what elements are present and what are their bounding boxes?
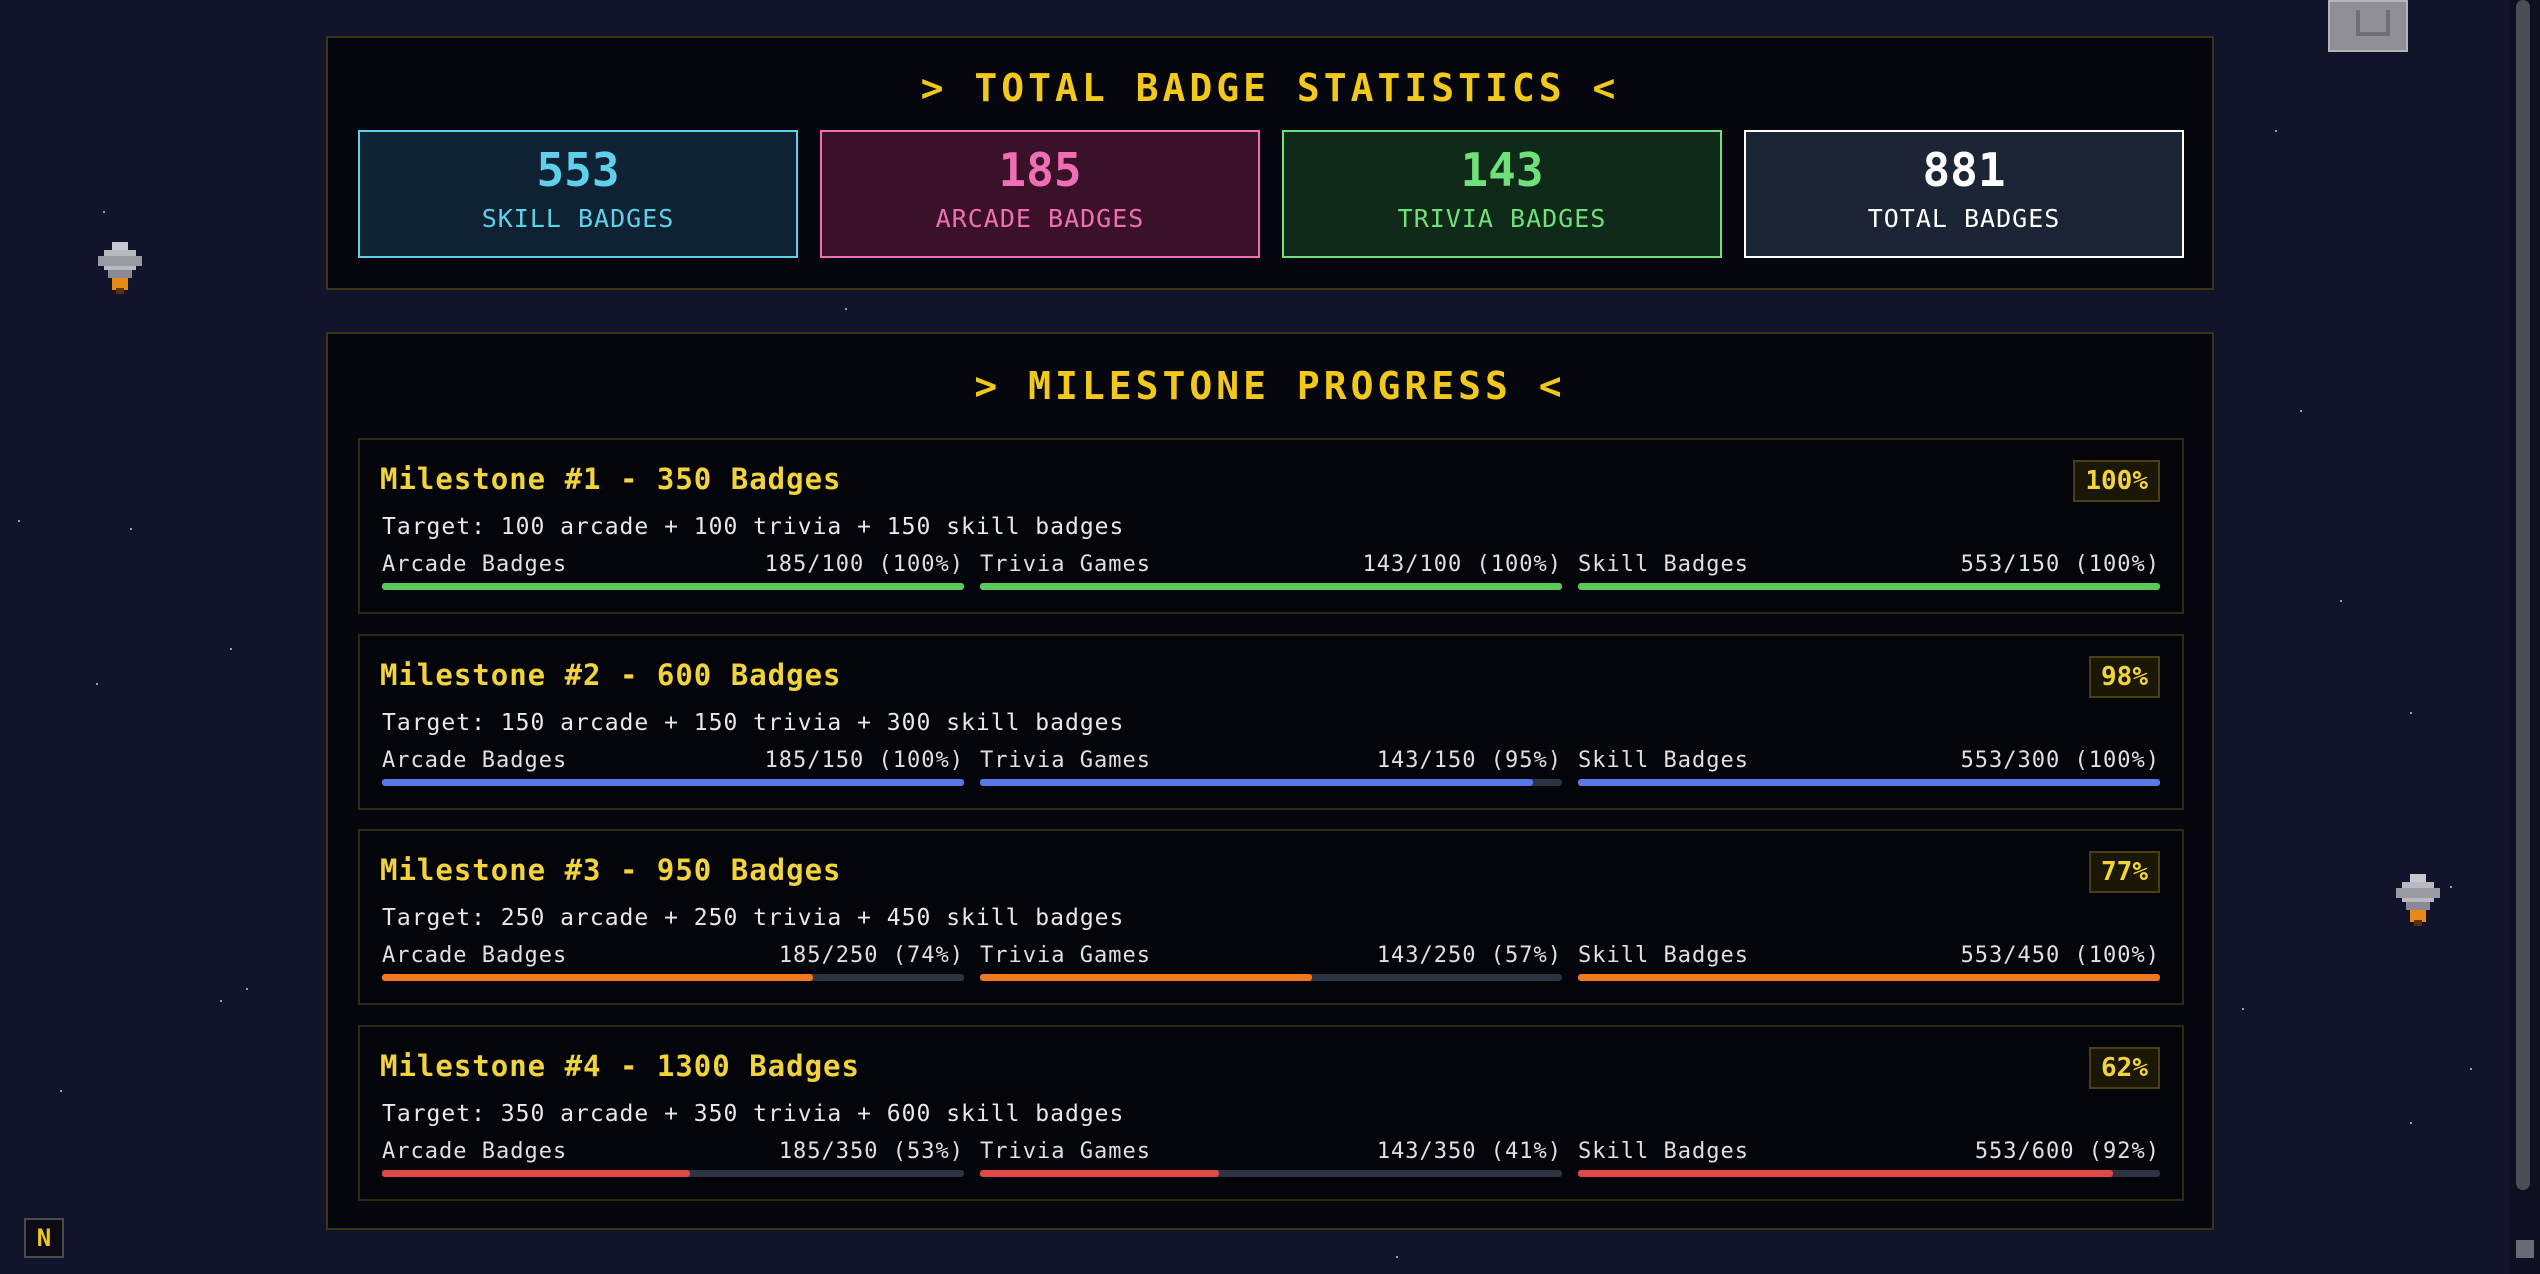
progress-bar-track (382, 583, 964, 590)
stat-value: 185 (998, 143, 1082, 197)
progress-label: Skill Badges (1578, 943, 1749, 968)
stat-value: 881 (1922, 143, 2006, 197)
progress-value: 553/300 (100%) (1960, 748, 2160, 773)
stat-box-skill: 553 SKILL BADGES (358, 130, 798, 258)
corner-n-button[interactable]: N (24, 1218, 64, 1258)
milestone-progress-panel: > MILESTONE PROGRESS < Milestone #1 - 35… (326, 332, 2214, 1230)
progress-bar-track (1578, 1170, 2160, 1177)
progress-label: Arcade Badges (382, 943, 568, 968)
stat-value: 143 (1460, 143, 1544, 197)
progress-label: Skill Badges (1578, 748, 1749, 773)
progress-value: 143/350 (41%) (1376, 1139, 1562, 1164)
progress-bar-fill (1578, 583, 2160, 590)
progress-bar-fill (382, 779, 964, 786)
progress-bar-track (980, 779, 1562, 786)
milestone-target: Target: 250 arcade + 250 trivia + 450 sk… (382, 905, 1125, 931)
milestone-card-title: Milestone #2 - 600 Badges (380, 658, 842, 692)
badge-statistics-panel: > TOTAL BADGE STATISTICS < 553 SKILL BAD… (326, 36, 2214, 290)
milestone-card-title: Milestone #3 - 950 Badges (380, 853, 842, 887)
progress-bar-fill (382, 583, 964, 590)
rocket-icon (98, 242, 142, 294)
progress-bar-track (382, 779, 964, 786)
progress-value: 185/150 (100%) (764, 748, 964, 773)
progress-bar-track (1578, 583, 2160, 590)
progress-bar-track (1578, 779, 2160, 786)
progress-item: Trivia Games 143/250 (57%) (980, 943, 1562, 981)
progress-bar-fill (980, 583, 1562, 590)
progress-item: Trivia Games 143/150 (95%) (980, 748, 1562, 786)
progress-item: Trivia Games 143/350 (41%) (980, 1139, 1562, 1177)
progress-label: Arcade Badges (382, 552, 568, 577)
progress-value: 553/150 (100%) (1960, 552, 2160, 577)
progress-item: Trivia Games 143/100 (100%) (980, 552, 1562, 590)
milestone-percent-badge: 100% (2073, 460, 2160, 502)
progress-bar-track (980, 1170, 1562, 1177)
milestone-target: Target: 150 arcade + 150 trivia + 300 sk… (382, 710, 1125, 736)
stat-box-total: 881 TOTAL BADGES (1744, 130, 2184, 258)
milestone-card: Milestone #2 - 600 Badges 98% Target: 15… (358, 634, 2184, 810)
scrollbar-thumb[interactable] (2516, 0, 2530, 1190)
progress-item: Skill Badges 553/300 (100%) (1578, 748, 2160, 786)
progress-item: Skill Badges 553/150 (100%) (1578, 552, 2160, 590)
milestone-percent-badge: 77% (2089, 851, 2160, 893)
progress-item: Arcade Badges 185/250 (74%) (382, 943, 964, 981)
progress-value: 185/100 (100%) (764, 552, 964, 577)
progress-bar-fill (980, 1170, 1219, 1177)
stat-value: 553 (536, 143, 620, 197)
progress-item: Arcade Badges 185/350 (53%) (382, 1139, 964, 1177)
window-icon[interactable] (2328, 0, 2408, 52)
progress-label: Skill Badges (1578, 552, 1749, 577)
milestone-card: Milestone #1 - 350 Badges 100% Target: 1… (358, 438, 2184, 614)
stat-label: TRIVIA BADGES (1397, 204, 1607, 233)
milestone-percent-badge: 62% (2089, 1047, 2160, 1089)
progress-bar-track (382, 1170, 964, 1177)
progress-label: Trivia Games (980, 748, 1151, 773)
progress-label: Trivia Games (980, 943, 1151, 968)
progress-bar-fill (382, 974, 813, 981)
progress-value: 143/250 (57%) (1376, 943, 1562, 968)
progress-value: 185/350 (53%) (778, 1139, 964, 1164)
progress-bar-track (1578, 974, 2160, 981)
milestone-percent-badge: 98% (2089, 656, 2160, 698)
progress-bar-track (980, 583, 1562, 590)
progress-label: Skill Badges (1578, 1139, 1749, 1164)
progress-bar-track (382, 974, 964, 981)
scrollbar[interactable] (2510, 0, 2540, 1274)
progress-label: Trivia Games (980, 1139, 1151, 1164)
progress-bar-fill (980, 779, 1533, 786)
scroll-down-arrow[interactable] (2516, 1240, 2534, 1258)
progress-item: Skill Badges 553/600 (92%) (1578, 1139, 2160, 1177)
milestone-card-title: Milestone #1 - 350 Badges (380, 462, 842, 496)
progress-bar-fill (1578, 779, 2160, 786)
progress-item: Arcade Badges 185/150 (100%) (382, 748, 964, 786)
progress-value: 143/150 (95%) (1376, 748, 1562, 773)
progress-value: 553/600 (92%) (1974, 1139, 2160, 1164)
rocket-icon (2396, 874, 2440, 926)
stat-box-arcade: 185 ARCADE BADGES (820, 130, 1260, 258)
statistics-title: > TOTAL BADGE STATISTICS < (920, 66, 1620, 110)
stat-label: SKILL BADGES (481, 204, 675, 233)
progress-value: 143/100 (100%) (1362, 552, 1562, 577)
milestone-card: Milestone #4 - 1300 Badges 62% Target: 3… (358, 1025, 2184, 1201)
milestone-card: Milestone #3 - 950 Badges 77% Target: 25… (358, 829, 2184, 1005)
progress-item: Skill Badges 553/450 (100%) (1578, 943, 2160, 981)
milestone-title: > MILESTONE PROGRESS < (974, 364, 1566, 408)
progress-label: Arcade Badges (382, 1139, 568, 1164)
progress-bar-fill (1578, 1170, 2114, 1177)
progress-label: Arcade Badges (382, 748, 568, 773)
progress-label: Trivia Games (980, 552, 1151, 577)
progress-value: 185/250 (74%) (778, 943, 964, 968)
progress-bar-fill (382, 1170, 691, 1177)
progress-item: Arcade Badges 185/100 (100%) (382, 552, 964, 590)
progress-bar-fill (1578, 974, 2160, 981)
stat-label: ARCADE BADGES (935, 204, 1145, 233)
milestone-target: Target: 350 arcade + 350 trivia + 600 sk… (382, 1101, 1125, 1127)
progress-value: 553/450 (100%) (1960, 943, 2160, 968)
stat-label: TOTAL BADGES (1867, 204, 2061, 233)
progress-bar-fill (980, 974, 1312, 981)
stat-box-trivia: 143 TRIVIA BADGES (1282, 130, 1722, 258)
milestone-target: Target: 100 arcade + 100 trivia + 150 sk… (382, 514, 1125, 540)
progress-bar-track (980, 974, 1562, 981)
milestone-card-title: Milestone #4 - 1300 Badges (380, 1049, 860, 1083)
